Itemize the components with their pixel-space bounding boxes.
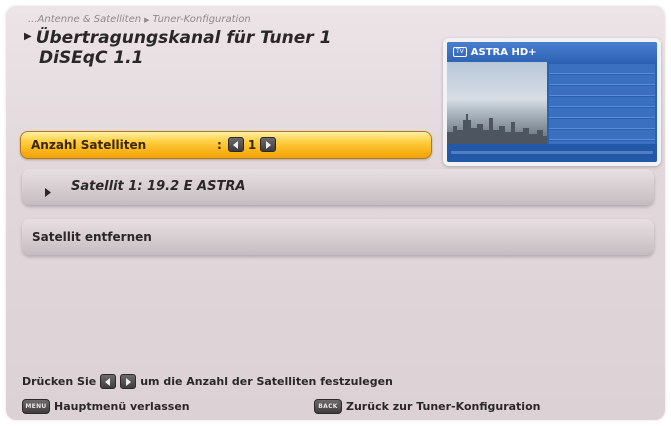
page-title-line1: Übertragungskanal für Tuner 1 [35,28,332,48]
breadcrumb: ...Antenne & Satelliten ▶ Tuner-Konfigur… [28,14,251,25]
expand-arrow-icon [44,182,52,201]
preview-footer [447,144,657,162]
arrow-left-icon[interactable] [227,137,244,152]
satellite-count-selector[interactable]: Anzahl Satelliten : 1 [20,131,432,159]
hint-text: Drücken Sie um die Anzahl der Satelliten… [22,374,393,389]
tv-icon: TV [453,47,467,57]
arrow-right-icon[interactable] [260,137,277,152]
page-title-line2: DiSEqC 1.1 [39,48,144,68]
satellite-1-label: Satellit 1: 19.2 E ASTRA [71,179,246,194]
back-label: Zurück zur Tuner-Konfiguration [346,400,541,413]
back-hint[interactable]: BACK Zurück zur Tuner-Konfiguration [314,399,540,414]
satellite-count-value: 1 [247,137,257,152]
breadcrumb-item-antenna[interactable]: ...Antenne & Satelliten [28,14,141,25]
satellite-count-separator: : [217,137,222,152]
menu-exit-hint[interactable]: MENU Hauptmenü verlassen [22,399,190,414]
breadcrumb-item-tuner-config[interactable]: Tuner-Konfiguration [152,14,250,25]
satellite-count-label: Anzahl Satelliten [31,138,147,152]
channel-bar: TV ASTRA HD+ [447,42,657,62]
hint-arrow-left-icon [100,374,117,389]
list-item-satellite-1[interactable]: Satellit 1: 19.2 E ASTRA [22,169,654,205]
title-arrow-icon: ▶ [24,31,32,42]
city-skyline-image [447,110,547,144]
satellite-count-control[interactable]: : 1 [217,137,277,152]
menu-exit-label: Hauptmenü verlassen [54,400,190,413]
hint-suffix: um die Anzahl der Satelliten festzulegen [140,375,393,388]
hint-prefix: Drücken Sie [22,375,97,388]
remove-satellite-label: Satellit entfernen [32,230,152,244]
remove-satellite-button[interactable]: Satellit entfernen [22,219,654,255]
settings-screen: ...Antenne & Satelliten ▶ Tuner-Konfigur… [6,6,665,420]
page-title: ▶ Übertragungskanal für Tuner 1 DiSEqC 1… [24,28,331,68]
footer-bar: MENU Hauptmenü verlassen BACK Zurück zur… [22,399,653,415]
tv-preview: TV ASTRA HD+ [443,38,661,166]
channel-name: ASTRA HD+ [470,46,537,58]
breadcrumb-separator-icon: ▶ [144,15,150,24]
weather-table [549,64,655,151]
menu-key-icon: MENU [22,399,50,414]
hint-arrow-right-icon [120,374,137,389]
back-key-icon: BACK [314,399,342,414]
tv-preview-image: TV ASTRA HD+ [447,42,657,162]
